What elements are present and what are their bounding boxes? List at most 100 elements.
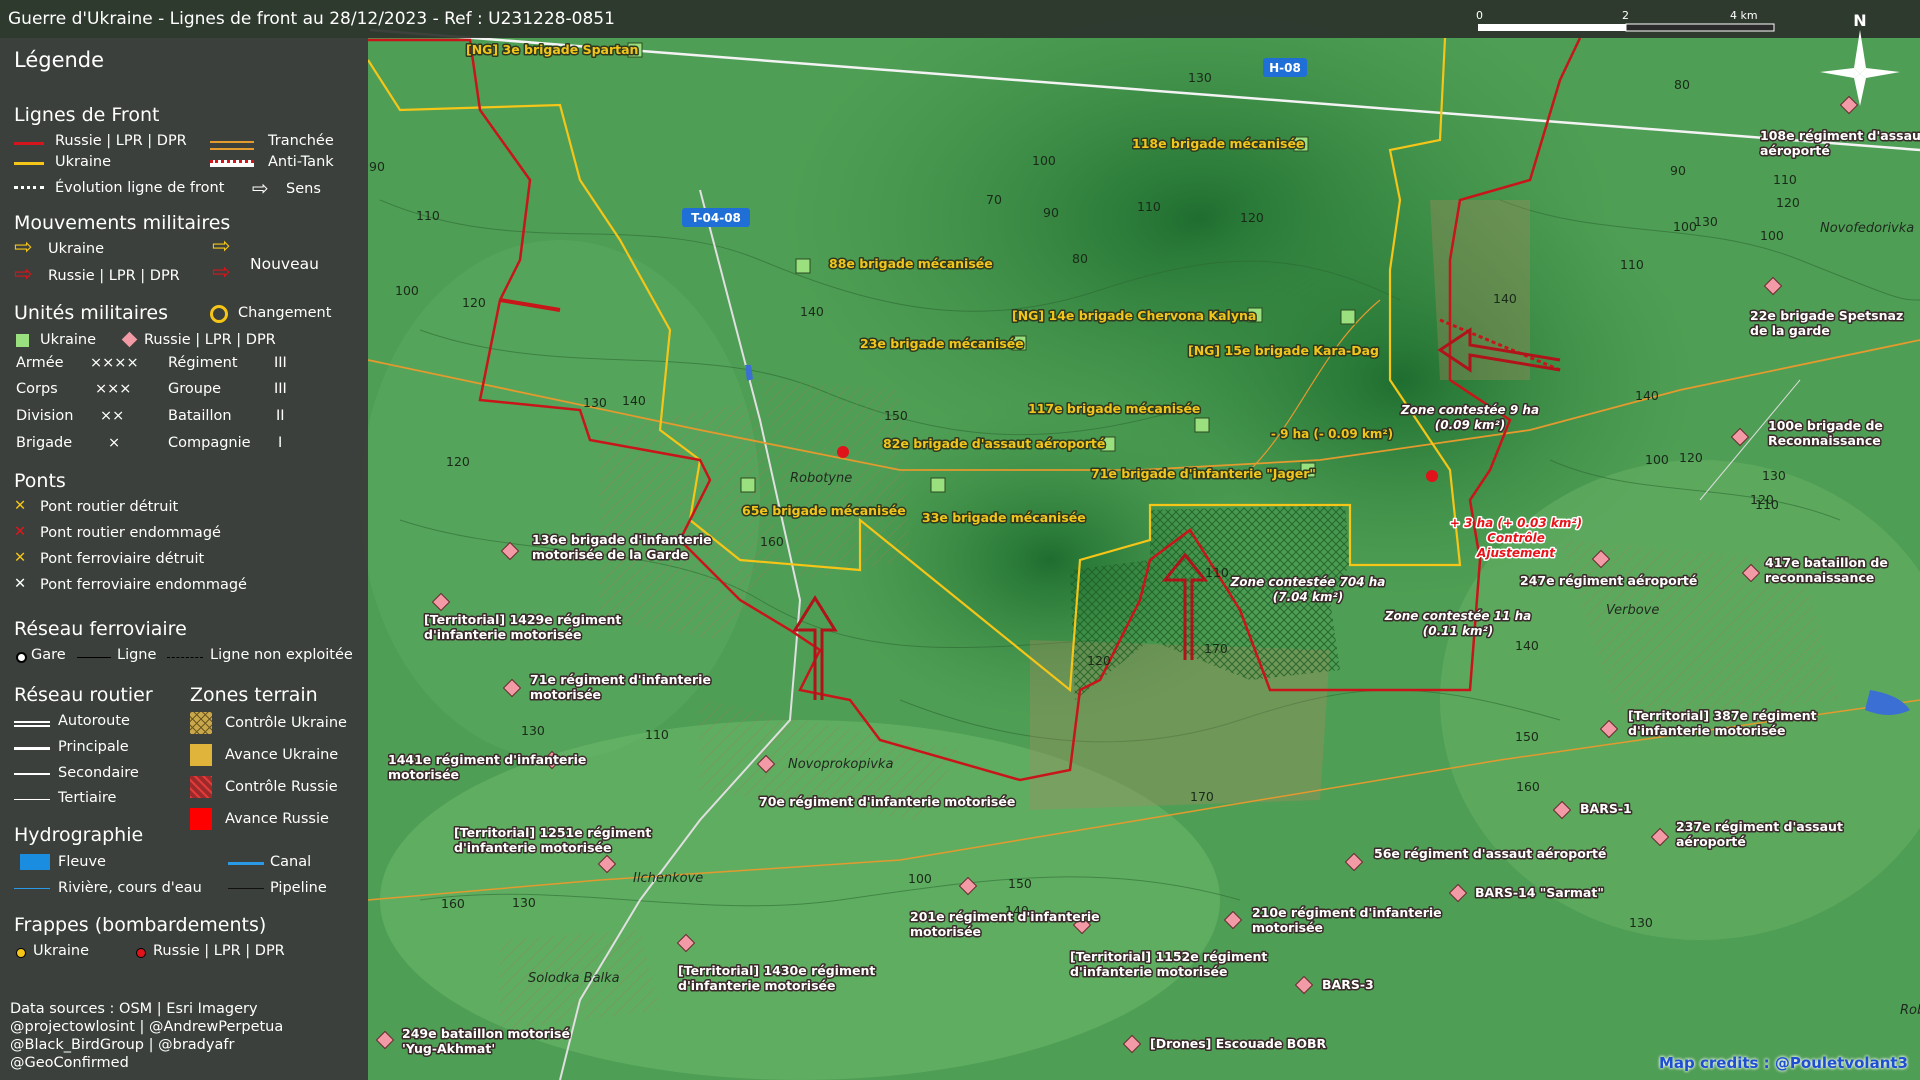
legend-strike-ukraine: Ukraine [33, 943, 89, 959]
scale-tick-0: 0 [1476, 9, 1483, 22]
legend-movements-heading: Mouvements militaires [14, 212, 231, 234]
antitank-swatch [210, 160, 254, 167]
legend-road-0: Autoroute [58, 713, 130, 729]
contour-label: 110 [645, 727, 669, 742]
contour-label: 120 [1087, 653, 1111, 668]
legend-rail-line: Ligne [117, 647, 157, 663]
legend-terrain-1: Avance Ukraine [225, 747, 339, 763]
contour-label: 90 [369, 159, 385, 174]
town-label: Novoprokopivka [788, 757, 893, 772]
town-label: Novofedorivka [1820, 221, 1914, 236]
contour-label: 100 [1032, 153, 1056, 168]
direction-arrow-icon: ⇨ [252, 176, 269, 200]
contour-label: 140 [1515, 638, 1539, 653]
ukraine-unit-marker[interactable] [930, 477, 946, 493]
ukraine-unit-label: 118e brigade mécanisée [1132, 136, 1304, 151]
ukraine-unit-label: 71e brigade d'infanterie "Jager" [1091, 466, 1316, 481]
ukraine-unit-label: 33e brigade mécanisée [922, 510, 1086, 525]
road-bridge-destroyed-icon: ✕ [14, 498, 27, 514]
russia-unit-label: 417e bataillon de reconnaissance [1765, 555, 1888, 585]
ukraine-advance-swatch [190, 744, 212, 766]
north-label: N [1853, 11, 1866, 30]
russia-unit-label: 56e régiment d'assaut aéroporté [1374, 846, 1606, 861]
north-arrow-icon: N [1820, 11, 1900, 106]
legend-unit-russia: Russie | LPR | DPR [144, 332, 276, 348]
main-road-swatch [14, 747, 50, 750]
legend-units-heading: Unités militaires [14, 302, 169, 324]
russia-unit-label: 247e régiment aéroporté [1520, 573, 1697, 588]
legend-canal: Canal [270, 854, 312, 870]
scale-tick-2: 2 [1622, 9, 1629, 22]
legend-move-russia: Russie | LPR | DPR [48, 268, 180, 284]
contour-label: 110 [1620, 257, 1644, 272]
russia-unit-label: [Drones] Escouade BOBR [1150, 1036, 1326, 1051]
contour-label: 80 [1072, 251, 1088, 266]
legend-front-heading: Lignes de Front [14, 104, 160, 126]
legend-strike-russia: Russie | LPR | DPR [153, 943, 285, 959]
ukraine-control-swatch [190, 712, 212, 734]
contour-label: 140 [1493, 291, 1517, 306]
contour-label: 170 [1190, 789, 1214, 804]
ukraine-unit-marker[interactable] [1194, 417, 1210, 433]
rail-bridge-damaged-icon: ✕ [14, 576, 27, 592]
unit-battalion: Bataillon [168, 408, 232, 424]
ukraine-unit-marker[interactable] [1340, 309, 1356, 325]
strike-marker[interactable] [1426, 470, 1438, 482]
town-label: Rob [1900, 1003, 1920, 1018]
legend-station: Gare [31, 647, 66, 663]
legend-pipeline: Pipeline [270, 880, 327, 896]
tertiary-road-swatch [14, 799, 50, 800]
legend-unit-ukraine: Ukraine [40, 332, 96, 348]
sources-line-3: @GeoConfirmed [10, 1055, 129, 1071]
rail-unused-swatch [167, 657, 203, 658]
ukraine-strike-icon [16, 948, 26, 958]
russia-unit-diamond-icon [121, 331, 138, 348]
contour-label: 150 [884, 408, 908, 423]
contour-label: 120 [462, 295, 486, 310]
sources-line-1: @projectowlosint | @AndrewPerpetua [10, 1019, 284, 1035]
ukraine-unit-label: 117e brigade mécanisée [1028, 401, 1200, 416]
town-label: Verbove [1606, 603, 1659, 618]
road-bridge-damaged-icon: ✕ [14, 524, 27, 540]
contour-label: 170 [1204, 641, 1228, 656]
contour-label: 140 [1635, 388, 1659, 403]
unit-brigade: Brigade [16, 435, 73, 451]
ukraine-unit-marker[interactable] [795, 258, 811, 274]
road-badge-label: T-04-08 [691, 211, 741, 225]
legend-bridges-heading: Ponts [14, 470, 66, 492]
road-badge-label: H-08 [1269, 61, 1301, 75]
contour-label: 130 [1762, 468, 1786, 483]
legend-railway-heading: Réseau ferroviaire [14, 618, 187, 640]
legend-road-1: Principale [58, 739, 129, 755]
contour-label: 120 [1679, 450, 1703, 465]
legend-road-3: Tertiaire [58, 790, 117, 806]
change-circle-icon [210, 305, 228, 323]
contour-label: 90 [1043, 205, 1059, 220]
contour-label: 100 [908, 871, 932, 886]
russia-move-arrow-icon: ⇨ [14, 262, 33, 287]
legend-move-ukraine: Ukraine [48, 241, 104, 257]
legend-river: Rivière, cours d'eau [58, 880, 202, 896]
canal-swatch [228, 862, 264, 865]
map-title: Guerre d'Ukraine - Lignes de front au 28… [8, 9, 615, 29]
strike-marker[interactable] [837, 446, 849, 458]
ukraine-line-swatch [14, 162, 44, 165]
contour-label: 120 [1776, 195, 1800, 210]
town-label: Solodka Balka [528, 971, 620, 986]
russia-strike-icon [136, 948, 146, 958]
contour-label: 130 [521, 723, 545, 738]
new-ukraine-arrow-icon: ⇨ [212, 234, 231, 259]
legend-roads-heading: Réseau routier [14, 684, 153, 706]
river-big-swatch [20, 854, 50, 870]
unit-group: Groupe [168, 381, 222, 397]
legend-strikes-heading: Frappes (bombardements) [14, 914, 267, 936]
rail-bridge-destroyed-icon: ✕ [14, 550, 27, 566]
russia-line-swatch [14, 142, 44, 145]
contour-label: 80 [1674, 77, 1690, 92]
ukraine-unit-marker[interactable] [740, 477, 756, 493]
pipeline-swatch [228, 888, 264, 889]
russia-advance-swatch [190, 808, 212, 830]
contour-label: 150 [1515, 729, 1539, 744]
contour-label: 140 [800, 304, 824, 319]
contour-label: 120 [1750, 492, 1774, 507]
